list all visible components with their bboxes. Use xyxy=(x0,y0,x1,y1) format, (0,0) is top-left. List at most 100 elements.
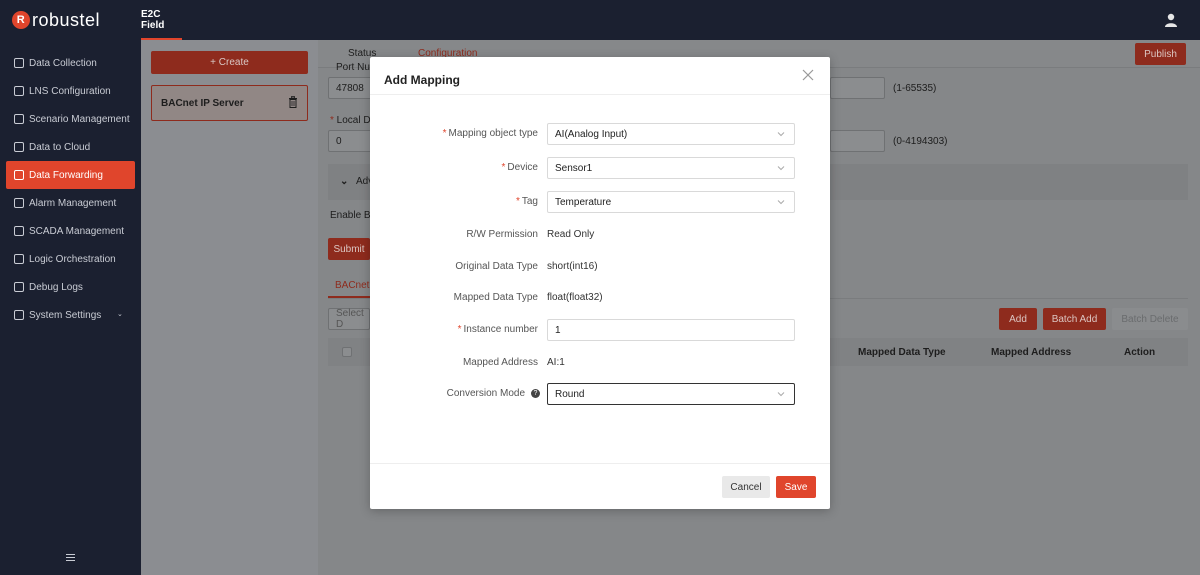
sidebar-item-label: LNS Configuration xyxy=(29,85,111,97)
row-mapped-address: Mapped Address AI:1 xyxy=(370,352,830,374)
brand-name: robustel xyxy=(32,9,101,30)
mapped-data-type-label: Mapped Data Type xyxy=(453,292,538,303)
sidebar-item-data-collection[interactable]: Data Collection xyxy=(6,49,135,77)
robustel-logo-icon: R xyxy=(12,11,30,29)
row-mapping-object-type: * Mapping object type AI(Analog Input) xyxy=(370,123,830,145)
add-mapping-dialog: Add Mapping * Mapping object type AI(Anal… xyxy=(370,57,830,509)
trash-icon[interactable] xyxy=(288,96,298,108)
rw-permission-label: R/W Permission xyxy=(466,229,538,240)
device-select[interactable]: Sensor1 xyxy=(547,157,795,179)
mapping-object-type-select[interactable]: AI(Analog Input) xyxy=(547,123,795,145)
original-data-type-label: Original Data Type xyxy=(455,261,538,272)
list-icon xyxy=(14,86,24,96)
forward-icon xyxy=(14,170,24,180)
sidebar-item-logic-orchestration[interactable]: Logic Orchestration xyxy=(6,245,135,273)
device-value: Sensor1 xyxy=(555,162,593,174)
sidebar-item-alarm-management[interactable]: Alarm Management xyxy=(6,189,135,217)
menu-collapse-icon[interactable] xyxy=(66,554,75,561)
mapped-address-value: AI:1 xyxy=(547,357,565,368)
sidebar-item-debug-logs[interactable]: Debug Logs xyxy=(6,273,135,301)
row-instance-number: * Instance number xyxy=(370,319,830,341)
instance-number-input[interactable] xyxy=(547,319,795,341)
chevron-down-icon xyxy=(777,392,785,397)
chevron-down-icon: ⌄ xyxy=(340,176,349,187)
scada-icon xyxy=(14,226,24,236)
mapped-address-label: Mapped Address xyxy=(462,357,538,368)
tag-label: * Tag xyxy=(515,196,538,207)
save-button[interactable]: Save xyxy=(776,476,816,498)
th-action: Action xyxy=(1124,347,1156,358)
dialog-footer: Cancel Save xyxy=(370,463,830,509)
row-conversion-mode: Conversion Mode? Round xyxy=(370,383,830,405)
row-rw-permission: R/W Permission Read Only xyxy=(370,224,830,246)
row-tag: * Tag Temperature xyxy=(370,191,830,213)
server-card-bacnet-ip[interactable]: BACnet IP Server xyxy=(151,85,308,121)
local-device-input[interactable]: 0 xyxy=(328,130,372,152)
sidebar-item-label: Data Collection xyxy=(29,57,97,69)
brand-logo[interactable]: R robustel xyxy=(0,0,141,40)
sidebar-item-label: Logic Orchestration xyxy=(29,253,116,265)
sidebar: Data Collection LNS Configuration Scenar… xyxy=(0,40,141,575)
port-number-input[interactable]: 47808 xyxy=(328,77,372,99)
chevron-down-icon xyxy=(777,200,785,205)
port-number-label: Port Nu xyxy=(336,62,370,73)
sidebar-item-label: Data Forwarding xyxy=(29,169,103,181)
mapping-object-type-label: * Mapping object type xyxy=(442,128,538,139)
tag-select[interactable]: Temperature xyxy=(547,191,795,213)
sidebar-item-system-settings[interactable]: System Settings ⌄ xyxy=(6,301,135,329)
close-icon[interactable] xyxy=(802,69,814,81)
tag-value: Temperature xyxy=(555,196,612,208)
port-range-hint: (1-65535) xyxy=(893,83,937,94)
sidebar-item-label: Alarm Management xyxy=(29,197,117,209)
sidebar-item-label: Data to Cloud xyxy=(29,141,91,153)
submit-button[interactable]: Submit xyxy=(328,238,370,260)
sidebar-item-label: SCADA Management xyxy=(29,225,125,237)
rw-permission-value: Read Only xyxy=(547,229,595,240)
dialog-header: Add Mapping xyxy=(370,57,830,95)
mapping-object-type-value: AI(Analog Input) xyxy=(555,128,628,140)
local-device-input-tail[interactable] xyxy=(830,130,885,152)
question-circle-icon[interactable]: ? xyxy=(531,388,540,398)
mapped-data-type-value: float(float32) xyxy=(547,292,603,303)
select-all-checkbox[interactable] xyxy=(342,347,352,357)
conversion-mode-select[interactable]: Round xyxy=(547,383,795,405)
original-data-type-value: short(int16) xyxy=(547,261,598,272)
sidebar-item-data-to-cloud[interactable]: Data to Cloud xyxy=(6,133,135,161)
log-icon xyxy=(14,282,24,292)
select-device-filter[interactable]: Select D xyxy=(328,308,370,330)
top-tab-label: E2C Field xyxy=(141,9,165,31)
create-button[interactable]: + Create xyxy=(151,51,308,74)
device-label: * Device xyxy=(501,162,538,173)
cancel-button[interactable]: Cancel xyxy=(722,476,770,498)
user-icon[interactable] xyxy=(1164,13,1178,27)
batch-add-button[interactable]: Batch Add xyxy=(1043,308,1106,330)
sidebar-item-scada-management[interactable]: SCADA Management xyxy=(6,217,135,245)
row-original-data-type: Original Data Type short(int16) xyxy=(370,256,830,278)
sidebar-item-data-forwarding[interactable]: Data Forwarding xyxy=(6,161,135,189)
sidebar-item-lns-configuration[interactable]: LNS Configuration xyxy=(6,77,135,105)
sidebar-item-label: Debug Logs xyxy=(29,281,83,293)
port-number-input-tail[interactable] xyxy=(830,77,885,99)
add-button[interactable]: Add xyxy=(999,308,1037,330)
conversion-mode-label: Conversion Mode? xyxy=(447,388,540,399)
sidebar-item-scenario-management[interactable]: Scenario Management xyxy=(6,105,135,133)
batch-delete-button[interactable]: Batch Delete xyxy=(1112,308,1188,330)
instance-number-label: * Instance number xyxy=(457,324,538,335)
th-mapped-address: Mapped Address xyxy=(991,347,1072,358)
chevron-down-icon xyxy=(777,132,785,137)
dialog-title: Add Mapping xyxy=(384,73,460,87)
layers-icon xyxy=(14,114,24,124)
top-tab-e2c-field[interactable]: E2C Field xyxy=(141,0,182,40)
grid-icon xyxy=(14,58,24,68)
row-mapped-data-type: Mapped Data Type float(float32) xyxy=(370,287,830,309)
server-name: BACnet IP Server xyxy=(161,97,244,109)
chevron-down-icon xyxy=(777,166,785,171)
row-device: * Device Sensor1 xyxy=(370,157,830,179)
publish-button[interactable]: Publish xyxy=(1135,43,1186,65)
gear-icon xyxy=(14,310,24,320)
local-device-range-hint: (0-4194303) xyxy=(893,136,948,147)
flow-icon xyxy=(14,254,24,264)
conversion-mode-value: Round xyxy=(555,388,585,400)
cloud-icon xyxy=(14,142,24,152)
tab-bacnet[interactable]: BACnet xyxy=(335,280,369,291)
